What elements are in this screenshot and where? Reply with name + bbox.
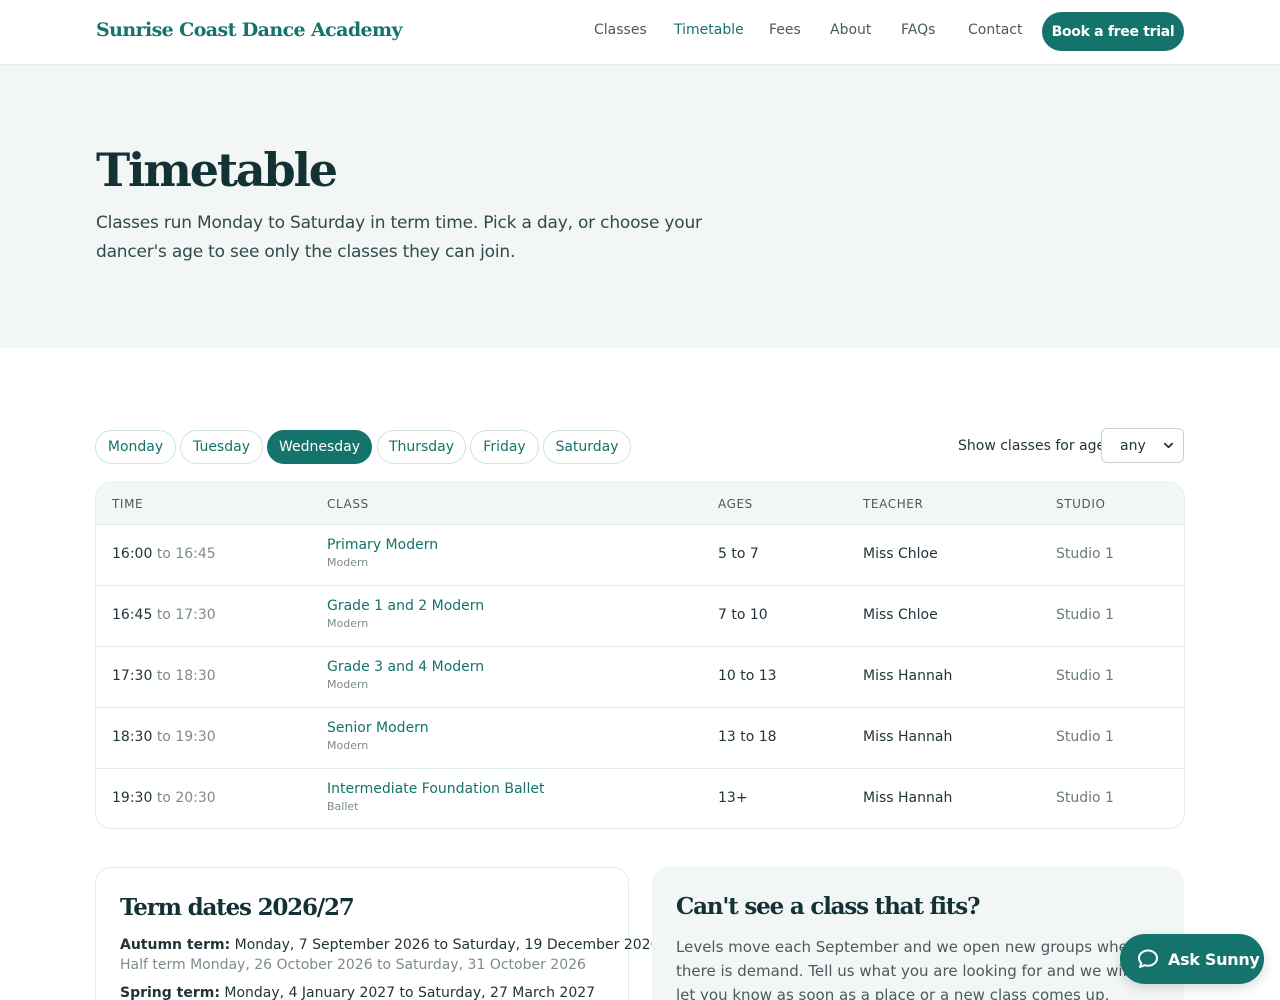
age-filter-label: Show classes for age <box>958 437 1106 454</box>
site-header: Sunrise Coast Dance Academy Classes Time… <box>0 0 1280 65</box>
tab-thursday[interactable]: Thursday <box>377 430 466 464</box>
time-cell: 16:45 to 17:30 <box>112 607 216 623</box>
chevron-down-icon <box>1164 442 1173 449</box>
nav-link-contact[interactable]: Contact <box>968 22 1022 38</box>
class-style: Modern <box>327 617 369 630</box>
nav-link-about[interactable]: About <box>830 22 871 38</box>
nav-link-timetable[interactable]: Timetable <box>674 22 744 38</box>
autumn-half-term: Half term Monday, 26 October 2026 to Sat… <box>120 957 586 973</box>
table-row: 16:45 to 17:30 Grade 1 and 2 Modern Mode… <box>96 585 1184 646</box>
page-title: Timetable <box>96 143 338 197</box>
class-cell: Grade 1 and 2 Modern Modern <box>327 598 484 630</box>
ask-sunny-chat-button[interactable]: Ask Sunny <box>1120 934 1264 984</box>
class-style: Modern <box>327 556 369 569</box>
class-link[interactable]: Intermediate Foundation Ballet <box>327 781 544 797</box>
chat-bubble-icon <box>1138 949 1158 968</box>
age-filter: Show classes for age any <box>958 428 1184 463</box>
table-row: 17:30 to 18:30 Grade 3 and 4 Modern Mode… <box>96 646 1184 707</box>
time-cell: 16:00 to 16:45 <box>112 546 216 562</box>
ages-cell: 10 to 13 <box>718 668 777 684</box>
nav-link-fees[interactable]: Fees <box>769 22 801 38</box>
ages-cell: 5 to 7 <box>718 546 759 562</box>
tab-friday[interactable]: Friday <box>470 430 539 464</box>
time-cell: 18:30 to 19:30 <box>112 729 216 745</box>
age-select-value: any <box>1120 437 1146 454</box>
tab-monday[interactable]: Monday <box>95 430 176 464</box>
teacher-cell: Miss Hannah <box>863 790 953 806</box>
chat-label: Ask Sunny <box>1168 949 1260 969</box>
no-fit-title: Can't see a class that fits? <box>676 893 980 920</box>
nav-link-classes[interactable]: Classes <box>594 22 647 38</box>
class-style: Modern <box>327 739 369 752</box>
ages-cell: 13+ <box>718 790 748 806</box>
studio-cell: Studio 1 <box>1056 790 1114 806</box>
term-dates-card: Term dates 2026/27 Autumn term: Monday, … <box>95 867 660 1000</box>
class-style: Modern <box>327 678 369 691</box>
table-row: 19:30 to 20:30 Intermediate Foundation B… <box>96 768 1184 828</box>
teacher-cell: Miss Hannah <box>863 729 953 745</box>
spring-term: Spring term: Monday, 4 January 2027 to S… <box>120 985 596 1000</box>
age-select[interactable]: any <box>1101 428 1184 463</box>
nav-link-faqs[interactable]: FAQs <box>901 22 935 38</box>
column-header-time: TIME <box>112 497 144 511</box>
class-cell: Grade 3 and 4 Modern Modern <box>327 659 484 691</box>
teacher-cell: Miss Chloe <box>863 546 938 562</box>
class-link[interactable]: Senior Modern <box>327 720 429 736</box>
column-header-studio: STUDIO <box>1056 497 1106 511</box>
no-fit-card: Can't see a class that fits? Levels move… <box>652 867 1184 1000</box>
class-link[interactable]: Grade 3 and 4 Modern <box>327 659 484 675</box>
time-cell: 19:30 to 20:30 <box>112 790 216 806</box>
table-header: TIME CLASS AGES TEACHER STUDIO <box>96 483 1184 524</box>
teacher-cell: Miss Hannah <box>863 668 953 684</box>
book-free-trial-button[interactable]: Book a free trial <box>1042 12 1184 51</box>
studio-cell: Studio 1 <box>1056 546 1114 562</box>
studio-cell: Studio 1 <box>1056 729 1114 745</box>
page-intro: Classes run Monday to Saturday in term t… <box>96 213 702 262</box>
ages-cell: 7 to 10 <box>718 607 768 623</box>
class-link[interactable]: Grade 1 and 2 Modern <box>327 598 484 614</box>
table-row: 16:00 to 16:45 Primary Modern Modern 5 t… <box>96 524 1184 585</box>
brand-logo[interactable]: Sunrise Coast Dance Academy <box>96 19 403 41</box>
class-style: Ballet <box>327 800 359 813</box>
term-dates-title: Term dates 2026/27 <box>120 894 355 921</box>
class-cell: Primary Modern Modern <box>327 537 438 569</box>
column-header-ages: AGES <box>718 497 753 511</box>
tab-saturday[interactable]: Saturday <box>543 430 631 464</box>
autumn-term: Autumn term: Monday, 7 September 2026 to… <box>120 937 660 953</box>
ages-cell: 13 to 18 <box>718 729 777 745</box>
table-row: 18:30 to 19:30 Senior Modern Modern 13 t… <box>96 707 1184 768</box>
tab-wednesday[interactable]: Wednesday <box>267 430 372 464</box>
studio-cell: Studio 1 <box>1056 607 1114 623</box>
time-cell: 17:30 to 18:30 <box>112 668 216 684</box>
timetable-table: TIME CLASS AGES TEACHER STUDIO 16:00 to … <box>95 482 1185 829</box>
teacher-cell: Miss Chloe <box>863 607 938 623</box>
hero-section: Timetable Classes run Monday to Saturday… <box>0 65 1280 348</box>
studio-cell: Studio 1 <box>1056 668 1114 684</box>
column-header-teacher: TEACHER <box>863 497 924 511</box>
class-link[interactable]: Primary Modern <box>327 537 438 553</box>
class-cell: Senior Modern Modern <box>327 720 429 752</box>
column-header-class: CLASS <box>327 497 369 511</box>
tab-tuesday[interactable]: Tuesday <box>180 430 263 464</box>
class-cell: Intermediate Foundation Ballet Ballet <box>327 781 544 813</box>
no-fit-text: Levels move each September and we open n… <box>676 938 1138 1000</box>
